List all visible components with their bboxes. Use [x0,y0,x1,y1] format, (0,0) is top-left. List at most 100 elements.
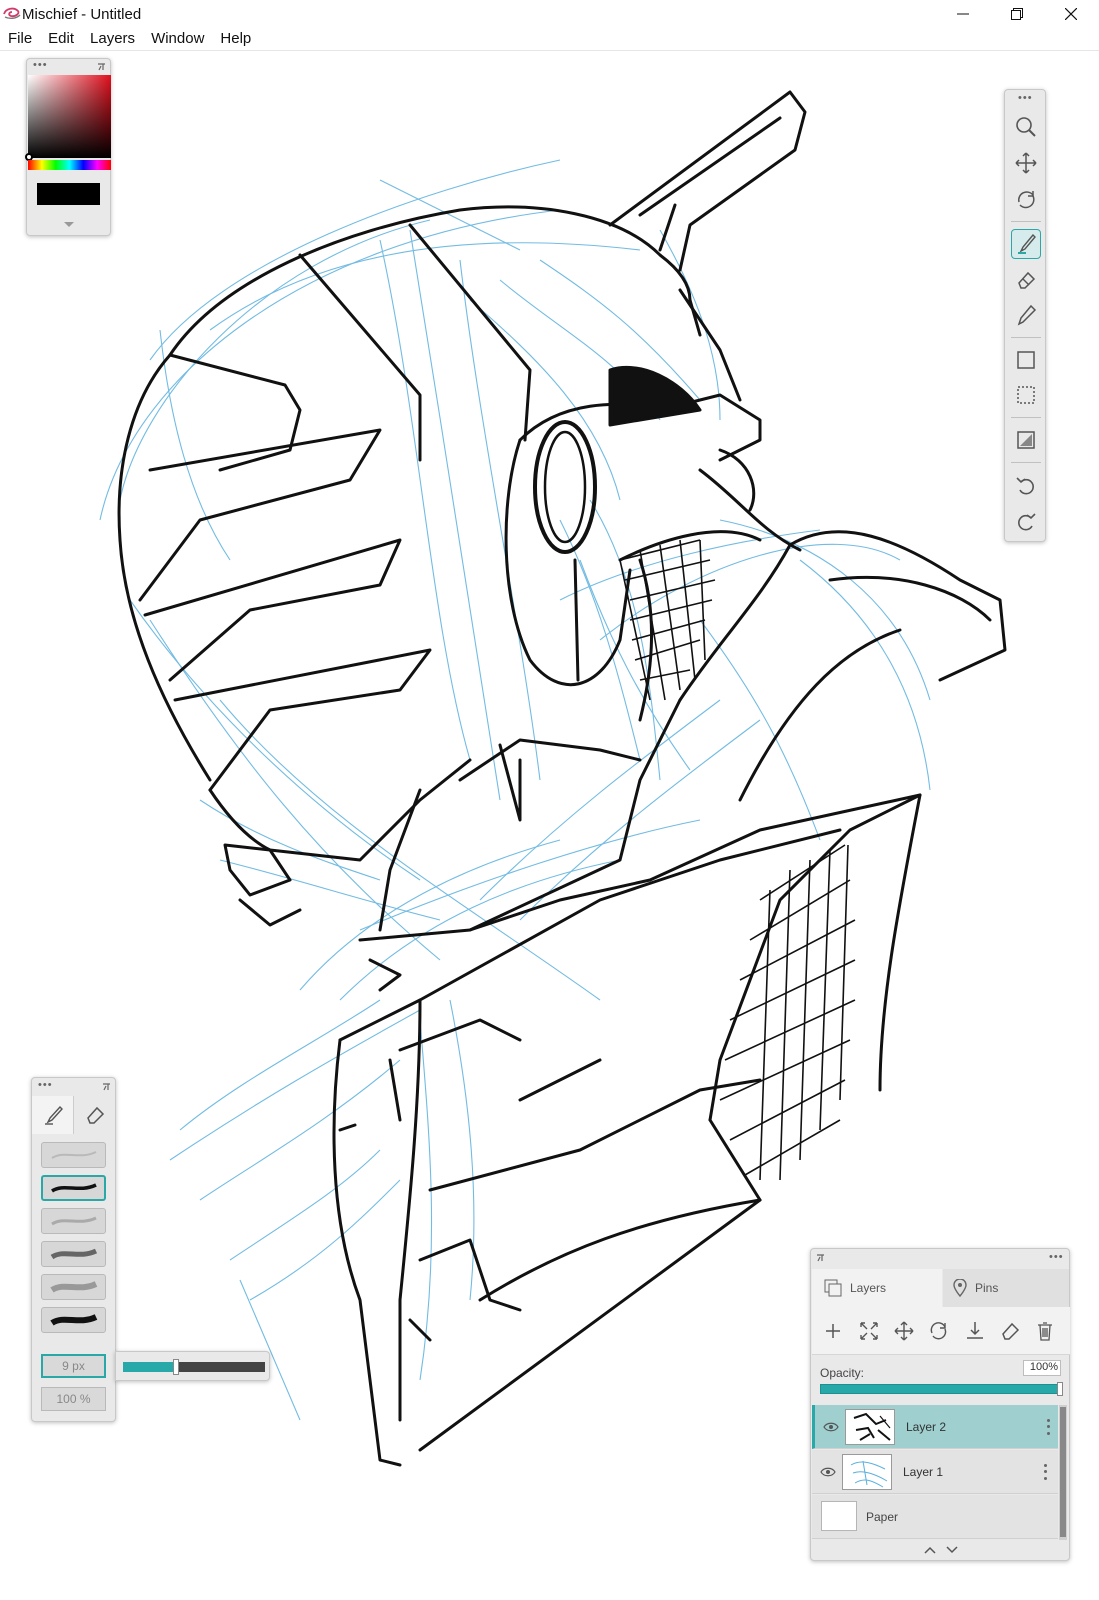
brush-tool-button[interactable] [1011,229,1041,259]
layer-row-paper[interactable]: Paper [812,1495,1058,1539]
zoom-tool-button[interactable] [1011,112,1041,142]
undo-icon [1016,477,1034,495]
brush-size-slider[interactable] [115,1351,270,1381]
undo-button[interactable] [1011,470,1041,500]
transform-layer-button[interactable] [927,1319,951,1343]
fit-icon [860,1322,878,1340]
current-color-swatch[interactable] [37,183,100,205]
ink-thumbnail-icon [853,1412,891,1441]
tab-layers[interactable]: Layers [812,1269,942,1307]
layers-icon [824,1279,842,1297]
pin-panel-icon[interactable] [97,62,106,71]
close-button[interactable] [1048,0,1094,28]
sketch-thumbnail-icon [850,1460,888,1488]
merge-down-icon [967,1322,983,1339]
eye-icon [820,1467,836,1477]
visibility-toggle[interactable] [820,1464,836,1480]
eraser-tool-button[interactable] [1011,265,1041,295]
chevron-down-icon[interactable] [946,1546,958,1554]
tab-layers-label: Layers [850,1281,887,1295]
layer-menu-icon[interactable] [1042,1462,1048,1482]
move-layer-icon [894,1321,914,1341]
fill-icon [1017,431,1035,449]
clear-layer-button[interactable] [998,1319,1022,1343]
menu-layers[interactable]: Layers [82,28,143,50]
brush-preset[interactable] [41,1208,106,1234]
merge-down-button[interactable] [963,1319,987,1343]
delete-layer-button[interactable] [1033,1319,1057,1343]
brush-stroke-icon [49,1281,97,1293]
brush-preset[interactable] [41,1142,106,1168]
redo-button[interactable] [1011,506,1041,536]
slider-handle[interactable] [173,1359,179,1375]
brush-stroke-icon [50,1151,96,1159]
pan-tool-button[interactable] [1011,148,1041,178]
add-layer-button[interactable] [821,1319,845,1343]
redo-icon [1018,513,1036,531]
minimize-button[interactable] [940,0,986,28]
tool-divider [1011,221,1041,222]
brush-preset[interactable] [41,1175,106,1201]
selection-tool-button[interactable] [1011,380,1041,410]
eraser-tab[interactable] [74,1096,116,1134]
app-logo-icon [3,7,21,20]
eyedropper-tool-button[interactable] [1011,300,1041,330]
move-arrows-icon [1015,152,1037,174]
magnifier-icon [1016,117,1036,137]
pin-panel-icon[interactable] [816,1253,825,1262]
fit-layer-button[interactable] [857,1319,881,1343]
slider-fill [123,1362,176,1372]
layer-name: Layer 1 [903,1465,944,1479]
delete-icon [1038,1322,1052,1341]
layer-menu-icon[interactable] [1045,1417,1051,1437]
selection-icon [1017,386,1035,404]
rotate-tool-button[interactable] [1011,184,1041,214]
saturation-value-picker[interactable] [28,75,111,158]
layer-row-layer-1[interactable]: Layer 1 [812,1450,1058,1494]
restore-icon [1011,8,1023,20]
window-title: Mischief - Untitled [22,6,142,23]
title-bar: Mischief - Untitled [0,0,1099,28]
panel-grip-icon[interactable]: ••• [1049,1252,1064,1263]
opacity-value-field[interactable]: 100% [1023,1360,1061,1376]
brush-stroke-icon [50,1216,97,1226]
chevron-up-icon[interactable] [924,1546,936,1554]
rectangle-tool-button[interactable] [1011,345,1041,375]
menu-window[interactable]: Window [143,28,212,50]
chevron-down-icon[interactable] [64,222,74,228]
layers-scrollbar[interactable] [1059,1405,1067,1540]
brush-preset[interactable] [41,1241,106,1267]
restore-button[interactable] [994,0,1040,28]
minimize-icon [957,13,969,15]
hue-slider[interactable] [28,160,111,170]
tab-pins[interactable]: Pins [943,1269,1069,1307]
layer-row-layer-2[interactable]: Layer 2 [812,1405,1058,1449]
layer-thumbnail [842,1454,892,1490]
menu-help[interactable]: Help [212,28,259,50]
scrollbar-thumb[interactable] [1060,1407,1066,1537]
menu-file[interactable]: File [0,28,40,50]
brush-size-field[interactable]: 9 px [41,1354,106,1378]
move-layer-button[interactable] [892,1319,916,1343]
slider-handle[interactable] [1057,1382,1063,1396]
eye-icon [823,1422,839,1432]
panel-grip-icon[interactable]: ••• [38,1080,53,1091]
brush-tab[interactable] [32,1096,74,1134]
pin-panel-icon[interactable] [102,1082,111,1091]
layer-name: Layer 2 [906,1420,947,1434]
brush-preset[interactable] [41,1307,106,1333]
opacity-label: Opacity: [820,1366,865,1380]
slider-track[interactable] [123,1359,265,1375]
layers-panel: ••• Layers Pins Opacity: 100% Layer 2 La… [810,1248,1070,1561]
sketch-layer [99,159,931,1421]
layer-opacity-slider[interactable] [820,1382,1063,1396]
panel-grip-icon[interactable]: ••• [33,60,48,71]
panel-grip-icon[interactable]: ••• [1018,93,1033,104]
tool-divider [1011,417,1041,418]
brush-opacity-field[interactable]: 100 % [41,1387,106,1411]
menu-edit[interactable]: Edit [40,28,82,50]
paper-thumbnail [821,1501,857,1531]
brush-preset[interactable] [41,1274,106,1300]
visibility-toggle[interactable] [823,1419,839,1435]
fill-tool-button[interactable] [1011,425,1041,455]
